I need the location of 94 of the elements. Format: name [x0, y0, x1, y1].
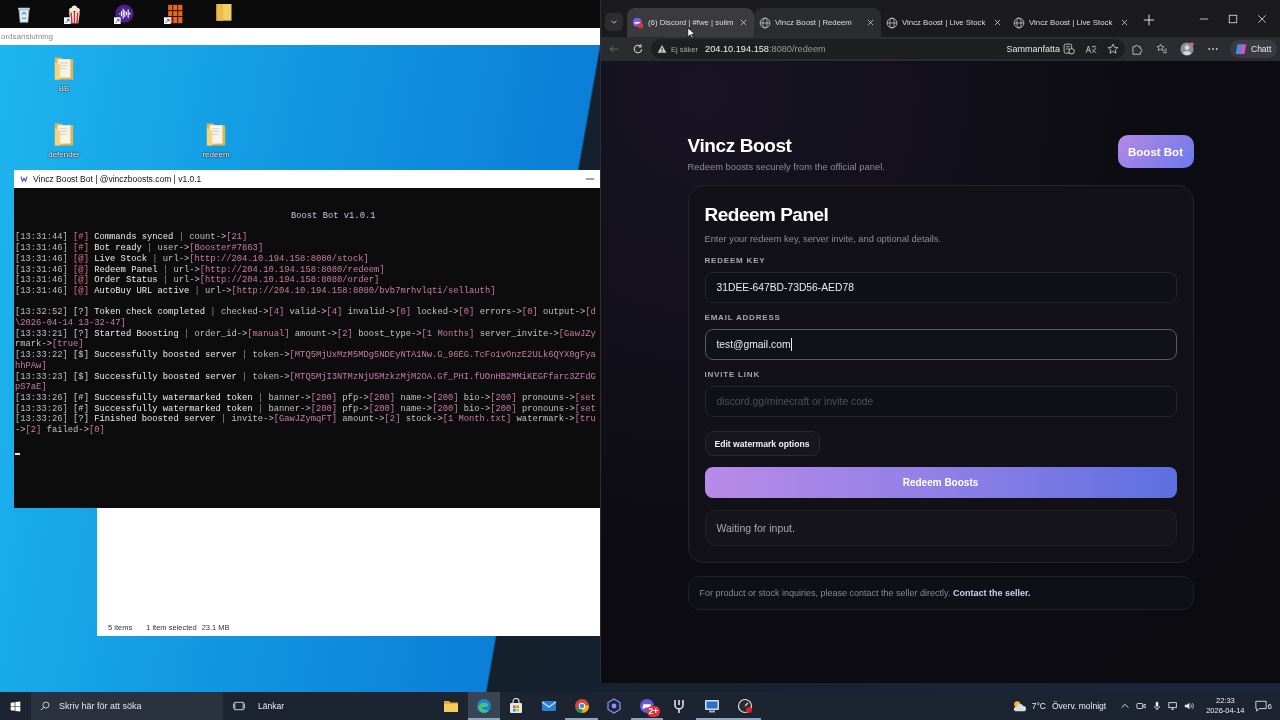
console-heading: Boost Bot v1.0.1: [291, 211, 376, 222]
favorites-icon[interactable]: [1156, 43, 1168, 55]
text-cursor-icon: [15, 453, 20, 456]
tagline: Redeem boosts securely from the official panel.: [687, 160, 885, 174]
windows-logo-icon[interactable]: [10, 700, 21, 712]
audio-wave-icon[interactable]: [114, 4, 134, 24]
watermark-options-button[interactable]: Edit watermark options: [704, 431, 820, 456]
window-title: ordsanslutning: [1, 32, 54, 41]
weather-condition[interactable]: Överv. molnigt: [1052, 701, 1107, 711]
translate-icon[interactable]: [1085, 43, 1097, 55]
icon-label: defender: [48, 150, 80, 160]
console-line: ->[2] failed->[0]: [15, 425, 105, 436]
input-field[interactable]: discord.gg/minecraft or invite code: [704, 386, 1177, 417]
summarize-icon: [1063, 43, 1075, 55]
summarize-button[interactable]: Sammanfatta: [1006, 43, 1075, 55]
globe-icon: [1013, 16, 1025, 29]
plus-icon[interactable]: [1143, 14, 1155, 26]
maximize-icon[interactable]: [1228, 14, 1238, 24]
console-line: [13:33:22] [$] Successfully boosted server | token->[MTQ5MjUxMzM5MDg5NDEyNTA1Nw.G_96EG.TcFo1vOnzE2ULk6QYX0gFya: [15, 350, 596, 361]
console-line: hhPAw]: [15, 360, 47, 372]
console-line: [13:33:21] [?] Started Boosting | order_id->[manual] amount->[2] boost_type->[1 Months] server_invite->[GawJZy: [15, 328, 596, 339]
chevron-up-icon[interactable]: [1120, 701, 1131, 711]
folder-icon: [443, 698, 460, 714]
field-label: EMAIL ADDRESS: [704, 312, 782, 324]
copilot-button[interactable]: Chatt: [1230, 40, 1278, 58]
close-icon[interactable]: [993, 18, 1002, 27]
network-icon[interactable]: [1168, 701, 1179, 711]
taskbar-button[interactable]: 2+: [630, 692, 664, 720]
contact-link[interactable]: Contact the seller.: [952, 588, 1031, 598]
mail-icon: [541, 698, 558, 714]
count-badge: 2+: [646, 706, 661, 717]
folder-icon[interactable]: [214, 4, 234, 24]
console-line: [13:33:26] [?] Finished boosted server | invite->[GawJZymqFT] amount->[2] stock->[1 Month.txt] watermark->[tru: [15, 414, 596, 425]
microphone-icon[interactable]: [1152, 701, 1163, 711]
camera-icon[interactable]: [1136, 701, 1147, 711]
taskbar-button[interactable]: [467, 692, 501, 720]
close-icon[interactable]: [866, 18, 875, 27]
search-icon: [40, 701, 50, 711]
browser-icon: [475, 698, 492, 714]
console-line: [13:33:26] [#] Successfully watermarked token | banner->[200] pfp->[200] name->[200] bio->[200] pronouns->[set: [15, 392, 596, 404]
text-cursor-icon: [791, 338, 793, 351]
avatar-icon[interactable]: [1180, 42, 1194, 56]
task-view-icon[interactable]: [233, 700, 245, 712]
console-line: \2026-04-14 13-32-47]: [15, 318, 126, 329]
input-field[interactable]: 31DEE-647BD-73D56-AED78: [704, 272, 1177, 303]
field-label: REDEEM KEY: [704, 255, 767, 267]
toolbar-label[interactable]: Länkar: [258, 701, 284, 711]
search-field[interactable]: Skriv här för att söka: [31, 692, 223, 720]
hexagon-icon: [606, 698, 623, 714]
close-icon[interactable]: [1257, 14, 1267, 24]
icon-label: redeem: [202, 150, 230, 160]
footer-note: For product or stock inquiries, please contact the seller directly. Contact the seller.: [699, 588, 1031, 598]
console-line: [13:31:46] [#] Bot ready | user->[Booster#7863]: [15, 243, 264, 254]
console-line: [13:31:46] [@] Redeem Panel | url->[http://204.10.194.158:8080/redeem]: [15, 264, 385, 275]
console-line: [13:33:23] [$] Successfully boosted server | token->[MTQ5MjI3NTMzNjU5MzkzMjM2OA.Gf_PHI.fUOnHB2MMiKEGFfarc3ZFdG: [15, 371, 596, 382]
window-title: Vincz Boost Bot | @vinczboosts.com | v1.0.1: [33, 174, 202, 184]
speaker-icon[interactable]: [1184, 701, 1195, 711]
close-icon[interactable]: [739, 18, 748, 27]
console-line: rmark->[true]: [15, 339, 84, 350]
console-line: [13:31:46] [@] AutoBuy URL active | url->[http://204.10.194.158:8080/bvb7mrhvlqti/sellauth]: [15, 285, 496, 297]
panel-title: Redeem Panel: [704, 203, 830, 227]
console-line: [13:31:46] [@] Order Status | url->[http://204.10.194.158:8080/order]: [15, 275, 380, 286]
star-icon[interactable]: [1107, 43, 1119, 55]
status-message: Waiting for input.: [704, 510, 1177, 546]
logo-icon: [20, 175, 28, 183]
globe-icon: [886, 16, 898, 29]
console-line: [13:31:44] [#] Commands synced | count->[21]: [15, 232, 248, 243]
close-icon[interactable]: [1120, 18, 1129, 27]
url-text[interactable]: 204.10.194.158:8080/redeem: [705, 44, 826, 54]
chat-app-icon: [632, 16, 644, 29]
computer-icon: [704, 698, 721, 714]
warning-icon: [657, 44, 667, 54]
brand-title: Vincz Boost: [687, 135, 793, 157]
console-line: [13:32:52] [?] Token check completed | checked->[4] valid->[4] invalid->[0] locked->[0] errors->[0] output->[d: [15, 307, 596, 318]
pointer-cursor-icon: [687, 27, 695, 39]
puzzle-icon[interactable]: [1131, 43, 1143, 55]
console-line: [13:33:26] [#] Successfully watermarked token | banner->[200] pfp->[200] name->[200] bio->[200] pronouns->[set: [15, 403, 596, 414]
notification-button[interactable]: 6: [1254, 700, 1272, 712]
ring-logo-icon: [573, 698, 590, 714]
reload-icon[interactable]: [632, 43, 644, 55]
globe-icon: [759, 16, 771, 29]
shopping-bag-icon: [508, 698, 525, 714]
cloud-sun-icon[interactable]: [1011, 699, 1026, 713]
console-line: pS7aE]: [15, 382, 47, 393]
copilot-icon: [1235, 43, 1247, 55]
gauge-icon: [736, 698, 753, 714]
console-line: [13:31:46] [@] Live Stock | url->[http://204.10.194.158:8080/stock]: [15, 253, 369, 265]
weather-temperature[interactable]: 7°C: [1031, 701, 1046, 711]
tile-grid-icon[interactable]: [164, 4, 184, 24]
panel-description: Enter your redeem key, server invite, and optional details.: [704, 233, 942, 246]
field-label: INVITE LINK: [704, 369, 761, 381]
input-field[interactable]: test@gmail.com: [704, 329, 1177, 360]
icon-label: BB: [58, 84, 70, 94]
notification-icon: [1254, 700, 1267, 712]
